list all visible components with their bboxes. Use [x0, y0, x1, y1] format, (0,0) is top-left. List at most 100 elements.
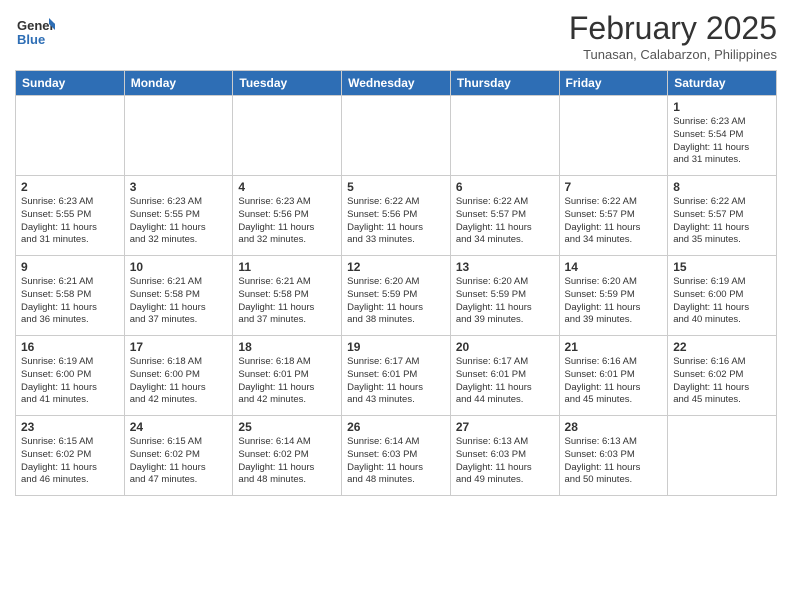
day-info: Sunrise: 6:19 AM Sunset: 6:00 PM Dayligh…	[21, 356, 119, 407]
day-info: Sunrise: 6:22 AM Sunset: 5:57 PM Dayligh…	[565, 196, 663, 247]
day-info: Sunrise: 6:23 AM Sunset: 5:56 PM Dayligh…	[238, 196, 336, 247]
day-info: Sunrise: 6:17 AM Sunset: 6:01 PM Dayligh…	[456, 356, 554, 407]
day-number: 28	[565, 420, 663, 434]
calendar-cell: 25Sunrise: 6:14 AM Sunset: 6:02 PM Dayli…	[233, 416, 342, 496]
logo-graphic: General Blue	[15, 10, 55, 55]
day-number: 18	[238, 340, 336, 354]
day-number: 13	[456, 260, 554, 274]
day-info: Sunrise: 6:20 AM Sunset: 5:59 PM Dayligh…	[347, 276, 445, 327]
calendar-cell	[16, 96, 125, 176]
calendar-cell: 10 Sunrise: 6:21 AM Sunset: 5:58 PM Dayli…	[124, 256, 233, 336]
day-info: Sunrise: 6:22 AM Sunset: 5:56 PM Dayligh…	[347, 196, 445, 247]
col-wednesday: Wednesday	[342, 71, 451, 96]
day-number: 14	[565, 260, 663, 274]
day-number: 26	[347, 420, 445, 434]
day-number: 16	[21, 340, 119, 354]
calendar-cell: 7Sunrise: 6:22 AM Sunset: 5:57 PM Daylig…	[559, 176, 668, 256]
day-info: Sunrise: 6:20 AM Sunset: 5:59 PM Dayligh…	[456, 276, 554, 327]
calendar-cell: 20 Sunrise: 6:17 AM Sunset: 6:01 PM Dayli…	[450, 336, 559, 416]
calendar-cell: 26 Sunrise: 6:14 AM Sunset: 6:03 PM Dayli…	[342, 416, 451, 496]
calendar-cell: 16 Sunrise: 6:19 AM Sunset: 6:00 PM Dayli…	[16, 336, 125, 416]
page: General Blue February 2025 Tunasan, Cala…	[0, 0, 792, 612]
day-info: Sunrise: 6:22 AM Sunset: 5:57 PM Dayligh…	[456, 196, 554, 247]
day-number: 9	[21, 260, 119, 274]
header: General Blue February 2025 Tunasan, Cala…	[15, 10, 777, 62]
day-number: 8	[673, 180, 771, 194]
calendar-cell: 1 Sunrise: 6:23 AM Sunset: 5:54 PM Daylig…	[668, 96, 777, 176]
calendar-cell: 6 Sunrise: 6:22 AM Sunset: 5:57 PM Daylig…	[450, 176, 559, 256]
day-info: Sunrise: 6:23 AM Sunset: 5:54 PM Dayligh…	[673, 116, 771, 167]
calendar-header-row: Sunday Monday Tuesday Wednesday Thursday…	[16, 71, 777, 96]
day-info: Sunrise: 6:14 AM Sunset: 6:03 PM Dayligh…	[347, 436, 445, 487]
calendar-cell: 13 Sunrise: 6:20 AM Sunset: 5:59 PM Dayli…	[450, 256, 559, 336]
col-sunday: Sunday	[16, 71, 125, 96]
title-block: February 2025 Tunasan, Calabarzon, Phili…	[569, 10, 777, 62]
day-number: 11	[238, 260, 336, 274]
col-saturday: Saturday	[668, 71, 777, 96]
day-number: 15	[673, 260, 771, 274]
day-info: Sunrise: 6:22 AM Sunset: 5:57 PM Dayligh…	[673, 196, 771, 247]
svg-text:Blue: Blue	[17, 32, 45, 47]
day-number: 27	[456, 420, 554, 434]
logo: General Blue	[15, 10, 55, 55]
day-info: Sunrise: 6:19 AM Sunset: 6:00 PM Dayligh…	[673, 276, 771, 327]
calendar-cell	[124, 96, 233, 176]
day-info: Sunrise: 6:23 AM Sunset: 5:55 PM Dayligh…	[130, 196, 228, 247]
calendar-cell: 17 Sunrise: 6:18 AM Sunset: 6:00 PM Dayli…	[124, 336, 233, 416]
day-info: Sunrise: 6:20 AM Sunset: 5:59 PM Dayligh…	[565, 276, 663, 327]
calendar-cell: 2Sunrise: 6:23 AM Sunset: 5:55 PM Daylig…	[16, 176, 125, 256]
col-friday: Friday	[559, 71, 668, 96]
day-info: Sunrise: 6:18 AM Sunset: 6:00 PM Dayligh…	[130, 356, 228, 407]
calendar-cell: 11 Sunrise: 6:21 AM Sunset: 5:58 PM Dayli…	[233, 256, 342, 336]
day-number: 12	[347, 260, 445, 274]
calendar-cell	[450, 96, 559, 176]
day-number: 19	[347, 340, 445, 354]
calendar-cell: 12 Sunrise: 6:20 AM Sunset: 5:59 PM Dayli…	[342, 256, 451, 336]
col-thursday: Thursday	[450, 71, 559, 96]
calendar-cell: 19Sunrise: 6:17 AM Sunset: 6:01 PM Dayli…	[342, 336, 451, 416]
day-number: 4	[238, 180, 336, 194]
day-info: Sunrise: 6:15 AM Sunset: 6:02 PM Dayligh…	[21, 436, 119, 487]
calendar-week-row: 16 Sunrise: 6:19 AM Sunset: 6:00 PM Dayli…	[16, 336, 777, 416]
calendar-cell: 28 Sunrise: 6:13 AM Sunset: 6:03 PM Dayli…	[559, 416, 668, 496]
day-info: Sunrise: 6:21 AM Sunset: 5:58 PM Dayligh…	[130, 276, 228, 327]
calendar-cell: 21Sunrise: 6:16 AM Sunset: 6:01 PM Dayli…	[559, 336, 668, 416]
calendar-cell	[233, 96, 342, 176]
calendar-week-row: 9 Sunrise: 6:21 AM Sunset: 5:58 PM Daylig…	[16, 256, 777, 336]
day-number: 5	[347, 180, 445, 194]
day-info: Sunrise: 6:13 AM Sunset: 6:03 PM Dayligh…	[565, 436, 663, 487]
calendar-cell: 15 Sunrise: 6:19 AM Sunset: 6:00 PM Dayli…	[668, 256, 777, 336]
calendar-cell: 4 Sunrise: 6:23 AM Sunset: 5:56 PM Daylig…	[233, 176, 342, 256]
day-number: 17	[130, 340, 228, 354]
calendar-cell: 3Sunrise: 6:23 AM Sunset: 5:55 PM Daylig…	[124, 176, 233, 256]
calendar-table: Sunday Monday Tuesday Wednesday Thursday…	[15, 70, 777, 496]
day-number: 25	[238, 420, 336, 434]
calendar-cell: 9 Sunrise: 6:21 AM Sunset: 5:58 PM Daylig…	[16, 256, 125, 336]
col-monday: Monday	[124, 71, 233, 96]
day-info: Sunrise: 6:21 AM Sunset: 5:58 PM Dayligh…	[21, 276, 119, 327]
calendar-cell: 27 Sunrise: 6:13 AM Sunset: 6:03 PM Dayli…	[450, 416, 559, 496]
day-number: 2	[21, 180, 119, 194]
calendar-cell	[342, 96, 451, 176]
calendar-cell: 23 Sunrise: 6:15 AM Sunset: 6:02 PM Dayli…	[16, 416, 125, 496]
calendar-cell: 14 Sunrise: 6:20 AM Sunset: 5:59 PM Dayli…	[559, 256, 668, 336]
month-title: February 2025	[569, 10, 777, 47]
day-number: 20	[456, 340, 554, 354]
day-number: 10	[130, 260, 228, 274]
calendar-week-row: 2 Sunrise: 6:23 AM Sunset: 5:55 PM Daylig…	[16, 176, 777, 256]
calendar-cell: 24Sunrise: 6:15 AM Sunset: 6:02 PM Dayli…	[124, 416, 233, 496]
calendar-cell: 18 Sunrise: 6:18 AM Sunset: 6:01 PM Dayli…	[233, 336, 342, 416]
day-info: Sunrise: 6:16 AM Sunset: 6:02 PM Dayligh…	[673, 356, 771, 407]
calendar-week-row: 23 Sunrise: 6:15 AM Sunset: 6:02 PM Dayli…	[16, 416, 777, 496]
day-info: Sunrise: 6:13 AM Sunset: 6:03 PM Dayligh…	[456, 436, 554, 487]
calendar-cell	[668, 416, 777, 496]
day-info: Sunrise: 6:18 AM Sunset: 6:01 PM Dayligh…	[238, 356, 336, 407]
calendar-cell: 5 Sunrise: 6:22 AM Sunset: 5:56 PM Daylig…	[342, 176, 451, 256]
day-number: 1	[673, 100, 771, 114]
calendar-week-row: 1 Sunrise: 6:23 AM Sunset: 5:54 PM Daylig…	[16, 96, 777, 176]
day-number: 23	[21, 420, 119, 434]
day-info: Sunrise: 6:16 AM Sunset: 6:01 PM Dayligh…	[565, 356, 663, 407]
day-info: Sunrise: 6:21 AM Sunset: 5:58 PM Dayligh…	[238, 276, 336, 327]
day-number: 6	[456, 180, 554, 194]
day-number: 22	[673, 340, 771, 354]
